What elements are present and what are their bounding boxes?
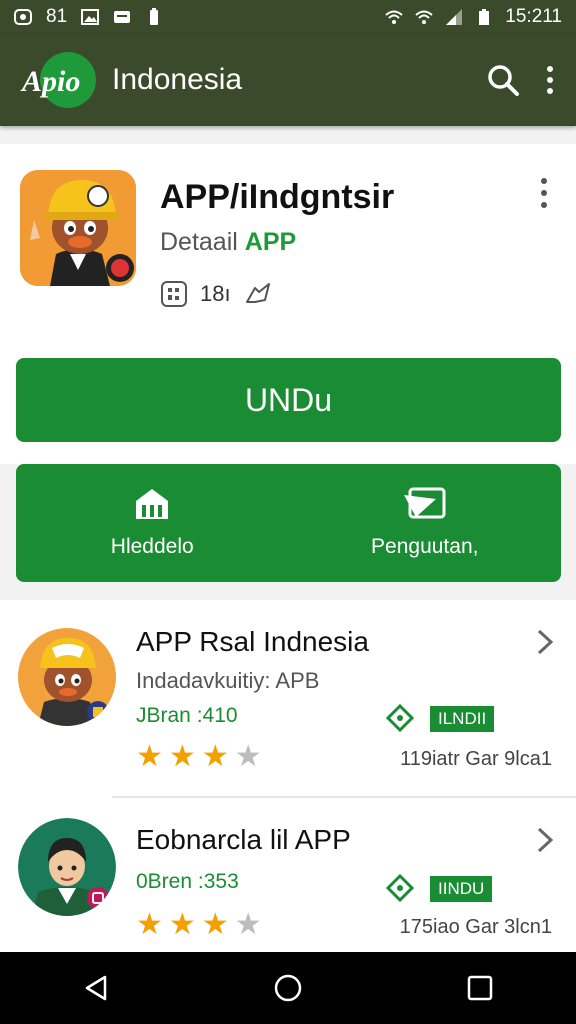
qr-code-icon [161, 281, 187, 307]
app-title: Indonesia [112, 63, 243, 96]
app-subtitle-accent: APP [244, 228, 297, 256]
tag-icon [386, 704, 414, 732]
signal-icon [446, 9, 463, 25]
list-item-badge[interactable]: IINDU [430, 876, 493, 902]
status-left-text: 81 [46, 6, 68, 27]
svg-text:Apio: Apio [20, 65, 80, 98]
star-filled-icon: ★ [168, 908, 196, 941]
app-logo[interactable]: Apio [20, 49, 106, 111]
star-filled-icon: ★ [201, 740, 229, 773]
list-item-subtitle: Indadavkuitiy: APB [136, 668, 320, 693]
send-card-icon [403, 487, 446, 519]
app-name: APP/iIndgntsir [160, 178, 395, 216]
tile-penguutan[interactable]: Penguutan, [289, 464, 562, 582]
app-icon[interactable] [20, 170, 136, 286]
status-bar: 81 15:211 [0, 0, 576, 34]
image-icon [81, 9, 100, 25]
cartoon-character-icon [18, 628, 116, 726]
list-item-meta: 119iatr Gar 9lca1 [400, 748, 552, 770]
status-time: 15:211 [505, 6, 562, 27]
tile-hleddelo[interactable]: Hleddelo [16, 464, 289, 582]
list-item[interactable]: Eobnarcla lil APP 0Bren :353 IINDU ★ ★ ★… [0, 800, 576, 952]
list-item-icon [18, 818, 116, 916]
home-icon [136, 489, 169, 519]
list-item-title: Eobnarcla lil APP [136, 824, 351, 855]
list-item[interactable]: APP Rsal Indnesia Indadavkuitiy: APB JBr… [0, 600, 576, 796]
wifi-alt-icon [415, 10, 433, 24]
message-icon [114, 11, 131, 23]
home-button-icon[interactable] [273, 973, 303, 1003]
list-item-icon [18, 628, 116, 726]
tile-label: Penguutan, [371, 535, 479, 558]
list-item-badge[interactable]: ILNDII [430, 706, 495, 732]
star-filled-icon: ★ [201, 908, 229, 941]
battery-saver-icon [150, 8, 159, 25]
chevron-right-icon[interactable] [536, 628, 554, 656]
share-icon[interactable] [243, 280, 273, 308]
back-icon[interactable] [81, 973, 111, 1003]
battery-icon [479, 9, 490, 25]
star-empty-icon: ★ [234, 740, 262, 773]
divider [112, 796, 576, 798]
app-list: APP Rsal Indnesia Indadavkuitiy: APB JBr… [0, 600, 576, 952]
chevron-right-icon[interactable] [536, 826, 554, 854]
recents-icon[interactable] [465, 973, 495, 1003]
cartoon-character-icon [20, 170, 136, 286]
app-meta-value: 18ı [200, 281, 231, 306]
notification-icon [14, 9, 32, 25]
rating-stars: ★ ★ ★ ★ [136, 742, 262, 772]
tag-icon [386, 874, 414, 902]
app-subtitle: Detaail APP [160, 228, 296, 257]
logo-icon: Apio [20, 52, 96, 108]
rating-stars: ★ ★ ★ ★ [136, 910, 262, 940]
list-item-price: JBran :410 [136, 704, 238, 727]
list-item-title: APP Rsal Indnesia [136, 626, 369, 657]
avatar-icon [18, 818, 116, 916]
star-filled-icon: ★ [168, 740, 196, 773]
tile-label: Hleddelo [110, 535, 194, 558]
app-meta: 18ı [160, 280, 273, 308]
list-item-meta: 175iao Gar 3lcn1 [399, 916, 552, 938]
app-subtitle-prefix: Detaail [160, 228, 245, 256]
star-filled-icon: ★ [136, 908, 163, 941]
search-icon[interactable] [486, 63, 520, 97]
overflow-menu-icon[interactable] [544, 65, 556, 95]
system-nav-bar [0, 952, 576, 1024]
app-detail-card: APP/iIndgntsir Detaail APP 18ı UNDu [0, 144, 576, 464]
app-bar: Apio Indonesia [0, 34, 576, 126]
wifi-icon [385, 10, 403, 24]
install-button[interactable]: UNDu [16, 358, 561, 442]
star-filled-icon: ★ [136, 740, 163, 773]
action-tiles: Hleddelo Penguutan, [16, 464, 561, 582]
more-options-icon[interactable] [532, 176, 556, 210]
list-item-price: 0Bren :353 [136, 870, 239, 893]
star-empty-icon: ★ [234, 908, 262, 941]
